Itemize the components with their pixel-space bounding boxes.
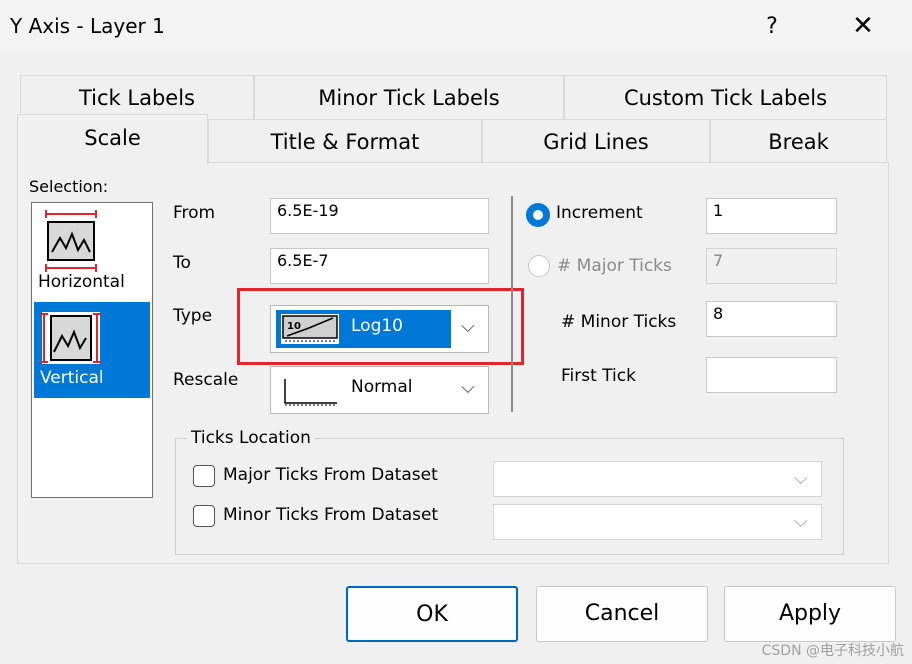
ok-button[interactable]: OK — [346, 586, 518, 642]
selection-item-horizontal[interactable]: Horizontal — [36, 206, 149, 298]
tab-tick-labels[interactable]: Tick Labels — [20, 75, 254, 119]
minor-ticks-dataset-label: Minor Ticks From Dataset — [223, 505, 439, 525]
increment-input[interactable]: 1 — [706, 198, 837, 234]
selection-item-vertical[interactable]: Vertical — [34, 302, 150, 398]
from-input[interactable]: 6.5E-19 — [270, 198, 489, 234]
chevron-down-icon: ⌵ — [794, 468, 808, 489]
major-ticks-dataset-label: Major Ticks From Dataset — [223, 465, 438, 485]
major-ticks-dataset-dropdown[interactable]: ⌵ — [493, 461, 822, 497]
selection-label: Selection: — [29, 177, 109, 196]
ticks-location-legend: Ticks Location — [187, 428, 315, 448]
to-input[interactable]: 6.5E-7 — [270, 248, 489, 284]
radio-dot-icon — [533, 210, 543, 220]
tab-title-format[interactable]: Title & Format — [208, 119, 482, 163]
major-ticks-label: # Major Ticks — [557, 256, 672, 276]
rescale-normal-icon — [284, 379, 337, 406]
to-label: To — [173, 253, 191, 273]
first-tick-input[interactable] — [706, 357, 837, 393]
first-tick-label: First Tick — [561, 366, 636, 386]
watermark: CSDN @电子科技小航 — [761, 643, 904, 659]
major-ticks-dataset-checkbox[interactable] — [193, 465, 215, 487]
from-label: From — [173, 203, 216, 223]
minor-ticks-dataset-dropdown[interactable]: ⌵ — [493, 504, 822, 540]
cancel-button[interactable]: Cancel — [536, 586, 708, 642]
horizontal-axis-icon — [45, 210, 97, 272]
tab-break[interactable]: Break — [710, 119, 887, 163]
tab-scale[interactable]: Scale — [17, 114, 208, 164]
chevron-down-icon: ⌵ — [461, 316, 475, 337]
minor-ticks-label: # Minor Ticks — [561, 312, 677, 332]
type-value: Log10 — [351, 316, 403, 336]
chevron-down-icon: ⌵ — [461, 377, 475, 398]
chevron-down-icon: ⌵ — [794, 511, 808, 532]
vertical-divider — [511, 196, 513, 412]
increment-radio[interactable] — [526, 203, 550, 227]
tab-minor-tick-labels[interactable]: Minor Tick Labels — [254, 75, 564, 119]
window-title: Y Axis - Layer 1 — [10, 14, 165, 38]
rescale-dropdown[interactable]: Normal ⌵ — [270, 366, 489, 414]
rescale-label: Rescale — [173, 370, 239, 390]
major-ticks-radio[interactable] — [528, 255, 550, 277]
type-label: Type — [173, 306, 213, 326]
apply-button[interactable]: Apply — [724, 586, 896, 642]
minor-ticks-input[interactable]: 8 — [706, 301, 837, 337]
selection-item-label: Horizontal — [38, 272, 125, 292]
selection-item-label: Vertical — [40, 368, 104, 388]
svg-text:10: 10 — [287, 321, 301, 332]
vertical-axis-icon — [40, 312, 101, 364]
help-button[interactable]: ? — [752, 10, 792, 44]
type-dropdown[interactable]: 10 Log10 ⌵ — [270, 305, 489, 353]
minor-ticks-dataset-checkbox[interactable] — [193, 505, 215, 527]
log10-scale-icon: 10 — [281, 314, 339, 344]
tab-grid-lines[interactable]: Grid Lines — [482, 119, 710, 163]
close-button[interactable]: ✕ — [838, 8, 888, 44]
major-ticks-input[interactable]: 7 — [706, 248, 837, 284]
tab-custom-tick-labels[interactable]: Custom Tick Labels — [564, 75, 887, 119]
increment-label: Increment — [556, 203, 643, 223]
rescale-value: Normal — [351, 377, 413, 397]
